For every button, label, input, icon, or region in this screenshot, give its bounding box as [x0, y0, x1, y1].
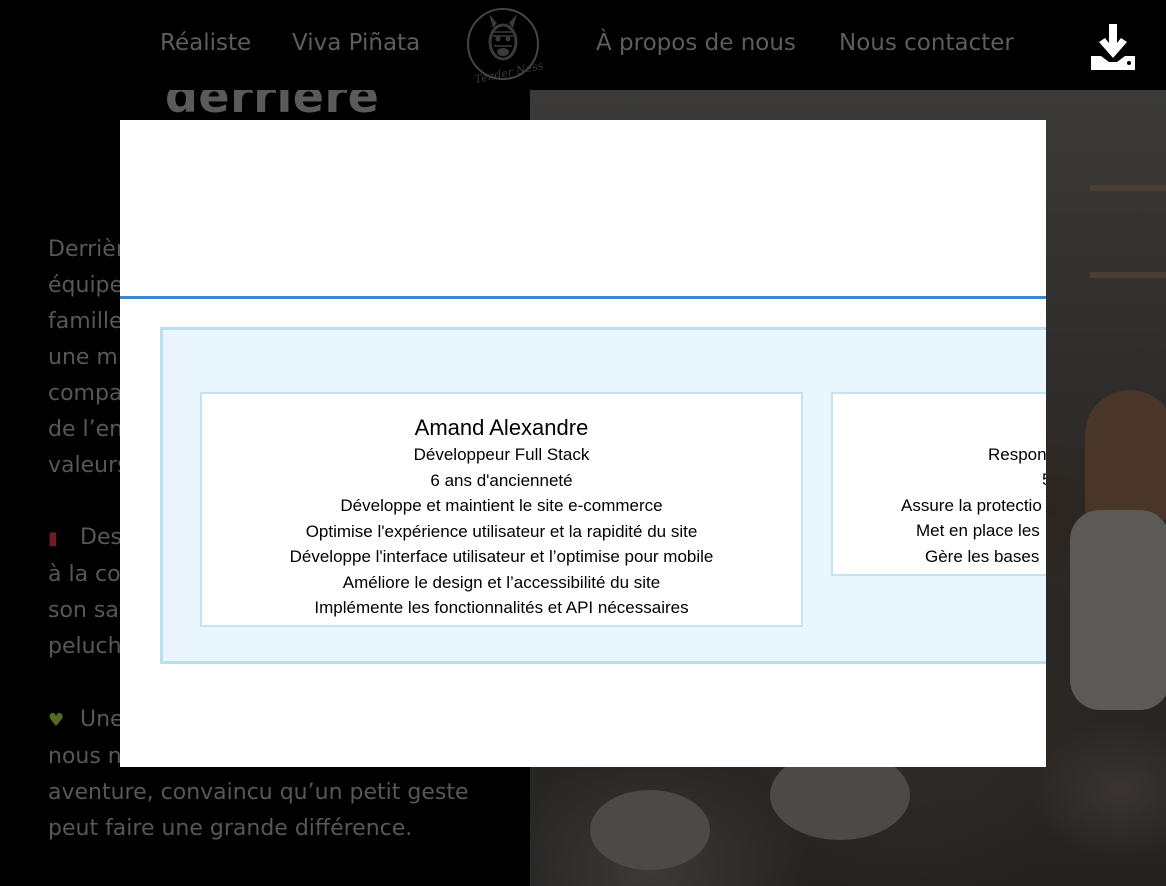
nav-link-contact[interactable]: Nous contacter — [839, 30, 1014, 56]
member-duty: Assure la protectio — [901, 496, 1042, 515]
para3-line: peut faire une grande différence. — [48, 816, 413, 841]
plush-toy — [590, 790, 710, 870]
member-duty: Gère les bases — [925, 547, 1040, 566]
shelf — [1090, 185, 1166, 191]
download-button[interactable] — [1087, 22, 1139, 74]
para3-line: aventure, convaincu qu’un petit geste — [48, 780, 469, 805]
member-card: Respon 5 Assure la protectio Met en plac… — [831, 392, 1046, 576]
member-duty: Améliore le design et l’accessibilité du… — [342, 572, 661, 592]
shelf — [1090, 272, 1166, 278]
team-modal: Amand Alexandre Développeur Full Stack 6… — [120, 120, 1046, 767]
member-role: Respon — [988, 445, 1046, 464]
member-role: Développeur Full Stack — [413, 445, 590, 464]
member-card: Amand Alexandre Développeur Full Stack 6… — [200, 392, 803, 627]
person-shirt — [1070, 510, 1166, 710]
download-icon — [1091, 24, 1135, 70]
member-name: Amand Alexandre — [414, 415, 589, 440]
book-icon: ▮ — [48, 528, 58, 549]
member-duty: Développe l'interface utilisateur et l’o… — [289, 547, 714, 566]
modal-divider — [120, 296, 1046, 299]
modal-header — [120, 120, 1046, 298]
member-duty: Met en place les — [916, 521, 1040, 540]
team-panel: Amand Alexandre Développeur Full Stack 6… — [160, 327, 1046, 664]
nav-link-about[interactable]: À propos de nous — [596, 30, 796, 56]
nav-link-viva-pinata[interactable]: Viva Piñata — [292, 30, 420, 56]
para3-line: Une — [80, 707, 124, 732]
member-seniority: 5 — [1042, 467, 1046, 493]
main-nav: Réaliste Viva Piñata Tender Ness À propo… — [0, 0, 1166, 90]
nav-link-realiste[interactable]: Réaliste — [160, 30, 251, 56]
para2-line: Des — [80, 525, 122, 550]
member-seniority: 6 ans d'ancienneté — [430, 470, 573, 490]
person-figure — [1085, 390, 1166, 520]
heart-icon: ♥ — [48, 710, 65, 731]
member-duty: Implémente les fonctionnalités et API né… — [314, 598, 689, 617]
member-duty: Développe et maintient le site e-commerc… — [340, 496, 663, 515]
member-duty: Optimise l'expérience utilisateur et la … — [305, 521, 698, 541]
tenderness-logo[interactable]: Tender Ness — [466, 6, 546, 86]
